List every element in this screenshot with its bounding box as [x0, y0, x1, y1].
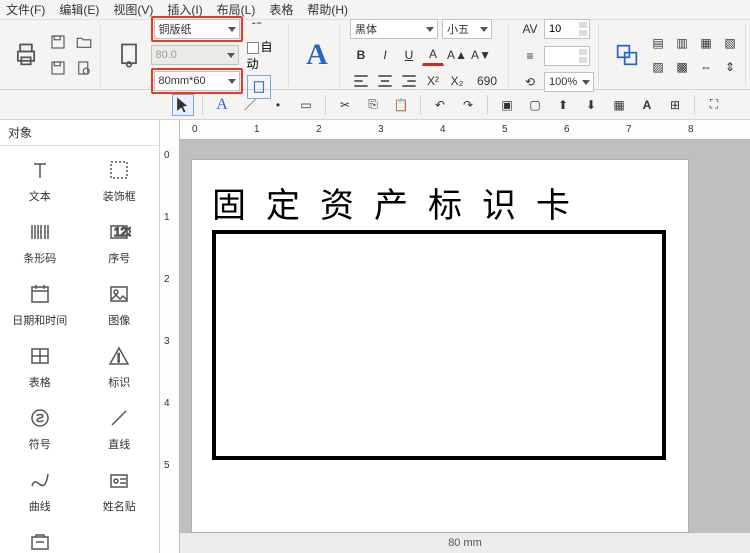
undo-button[interactable]: ↶: [429, 94, 451, 116]
sb-datetime[interactable]: 日期和时间: [0, 276, 80, 332]
paper-size-highlight: 80mm*60: [151, 68, 243, 94]
font-icon-group: A: [295, 24, 340, 86]
grid-button[interactable]: ▦: [608, 94, 630, 116]
open-button[interactable]: [72, 30, 96, 54]
sb-table[interactable]: 表格: [0, 338, 80, 394]
paper-size-combo[interactable]: 80mm*60: [154, 71, 240, 91]
char-spacing-box[interactable]: 10: [544, 19, 590, 39]
align-r[interactable]: ▦: [695, 32, 717, 54]
paste-button[interactable]: 📋: [390, 94, 412, 116]
underline-button[interactable]: U: [398, 44, 420, 66]
page-setup-button[interactable]: [111, 35, 147, 75]
sb-decor[interactable]: 装饰框: [80, 152, 160, 208]
menu-file[interactable]: 文件(F): [6, 1, 45, 18]
page-group: 铜版纸 80.0 80mm*60 自动: [107, 24, 289, 86]
auto-checkbox[interactable]: 自动: [247, 38, 285, 72]
superscript-button[interactable]: X²: [422, 70, 444, 92]
italic-button[interactable]: I: [374, 44, 396, 66]
sidebar-title: 对象: [0, 120, 159, 146]
subscript-button[interactable]: X₂: [446, 70, 468, 92]
font-group: 黑体 小五 B I U A A▲ A▼ X² X₂ 690: [346, 24, 509, 86]
label-page[interactable]: 固定资产标识卡: [192, 160, 688, 532]
label-title-text[interactable]: 固定资产标识卡: [212, 178, 668, 227]
spacing-group: AV 10 ≡ ⟲ 100%: [515, 24, 599, 86]
sb-serial[interactable]: 123序号: [80, 214, 160, 270]
menu-edit[interactable]: 编辑(E): [59, 1, 99, 18]
line-spacing-icon: ≡: [519, 45, 541, 67]
font-color-button[interactable]: A: [422, 44, 444, 66]
redo-button[interactable]: ↷: [457, 94, 479, 116]
front-button[interactable]: ⬆: [552, 94, 574, 116]
align-center-button[interactable]: [374, 70, 396, 92]
copy-button[interactable]: ⎘: [362, 94, 384, 116]
char-spacing-icon: AV: [519, 18, 541, 40]
preview-button[interactable]: [72, 56, 96, 80]
paper-type-combo[interactable]: 铜版纸: [154, 19, 240, 39]
text-tool[interactable]: A: [211, 94, 233, 116]
rotate-value: 690: [470, 70, 504, 92]
bold-button[interactable]: B: [350, 44, 372, 66]
save-button[interactable]: [46, 30, 70, 54]
rect-tool[interactable]: ▭: [295, 94, 317, 116]
select-tool[interactable]: [172, 94, 194, 116]
rotate-button[interactable]: ⟲: [519, 71, 541, 93]
print-group: [4, 24, 101, 86]
menu-help[interactable]: 帮助(H): [307, 1, 348, 18]
sb-text[interactable]: 文本: [0, 152, 80, 208]
align-m[interactable]: ▨: [647, 56, 669, 78]
text-dir-button[interactable]: A: [636, 94, 658, 116]
dist-h[interactable]: ⇔: [695, 56, 717, 78]
sb-line[interactable]: 直线: [80, 400, 160, 456]
layout-group: ▤ ▥ ▦ ▧ ▨ ▩ ⇔ ⇕: [605, 24, 746, 86]
paper-type-highlight: 铜版纸: [151, 16, 243, 42]
label-rectangle[interactable]: [212, 230, 666, 460]
line-spacing-box[interactable]: [544, 46, 590, 66]
object-sidebar: 对象 文本 装饰框 条形码 123序号 日期和时间 图像 表格 !标识 符号 直…: [0, 120, 160, 553]
svg-text:!: !: [117, 351, 120, 365]
ungroup-button[interactable]: ▢: [524, 94, 546, 116]
align-b[interactable]: ▩: [671, 56, 693, 78]
zoom-combo[interactable]: 100%: [544, 72, 594, 92]
sb-barcode[interactable]: 条形码: [0, 214, 80, 270]
zoom-fit-button[interactable]: ⛶: [703, 94, 725, 116]
arrange-button[interactable]: [609, 35, 645, 75]
paper-width-combo[interactable]: 80.0: [151, 45, 239, 65]
cut-button[interactable]: ✂: [334, 94, 356, 116]
align-c[interactable]: ▥: [671, 32, 693, 54]
canvas[interactable]: 固定资产标识卡: [180, 140, 750, 533]
grow-font-button[interactable]: A▲: [446, 44, 468, 66]
vertical-ruler: 0 1 2 3 4 5: [160, 120, 180, 553]
dist-v[interactable]: ⇕: [719, 56, 741, 78]
save-as-button[interactable]: [46, 56, 70, 80]
sb-curve[interactable]: 曲线: [0, 462, 80, 518]
sidebar-grid: 文本 装饰框 条形码 123序号 日期和时间 图像 表格 !标识 符号 直线 曲…: [0, 146, 159, 553]
align-l[interactable]: ▤: [647, 32, 669, 54]
font-icon: A: [299, 35, 335, 75]
font-size-combo[interactable]: 小五: [442, 19, 492, 39]
align-t[interactable]: ▧: [719, 32, 741, 54]
sb-symbol[interactable]: 符号: [0, 400, 80, 456]
sb-nametag[interactable]: 姓名贴: [80, 462, 160, 518]
svg-text:123: 123: [114, 225, 131, 239]
link-icon[interactable]: [247, 11, 271, 35]
align-left-button[interactable]: [350, 70, 372, 92]
sb-quicktag[interactable]: 快捷姓名贴: [0, 524, 80, 553]
sb-marker[interactable]: !标识: [80, 338, 160, 394]
horizontal-ruler: 0 1 2 3 4 5 6 7 8: [180, 120, 750, 140]
work-area: 0 1 2 3 4 5 0 1 2 3 4 5 6 7 8 固定资产标识卡 80…: [160, 120, 750, 553]
page-dimension: 80 mm: [180, 533, 750, 553]
back-button[interactable]: ⬇: [580, 94, 602, 116]
grid-snap-button[interactable]: ⊞: [664, 94, 686, 116]
dot-tool[interactable]: •: [267, 94, 289, 116]
sb-image[interactable]: 图像: [80, 276, 160, 332]
line-tool[interactable]: ／: [239, 94, 261, 116]
font-family-combo[interactable]: 黑体: [350, 19, 438, 39]
shrink-font-button[interactable]: A▼: [470, 44, 492, 66]
print-button[interactable]: [8, 35, 44, 75]
group-button[interactable]: ▣: [496, 94, 518, 116]
content: 对象 文本 装饰框 条形码 123序号 日期和时间 图像 表格 !标识 符号 直…: [0, 120, 750, 553]
ribbon: 铜版纸 80.0 80mm*60 自动 A 黑体 小五 B I U: [0, 20, 750, 90]
align-right-button[interactable]: [398, 70, 420, 92]
